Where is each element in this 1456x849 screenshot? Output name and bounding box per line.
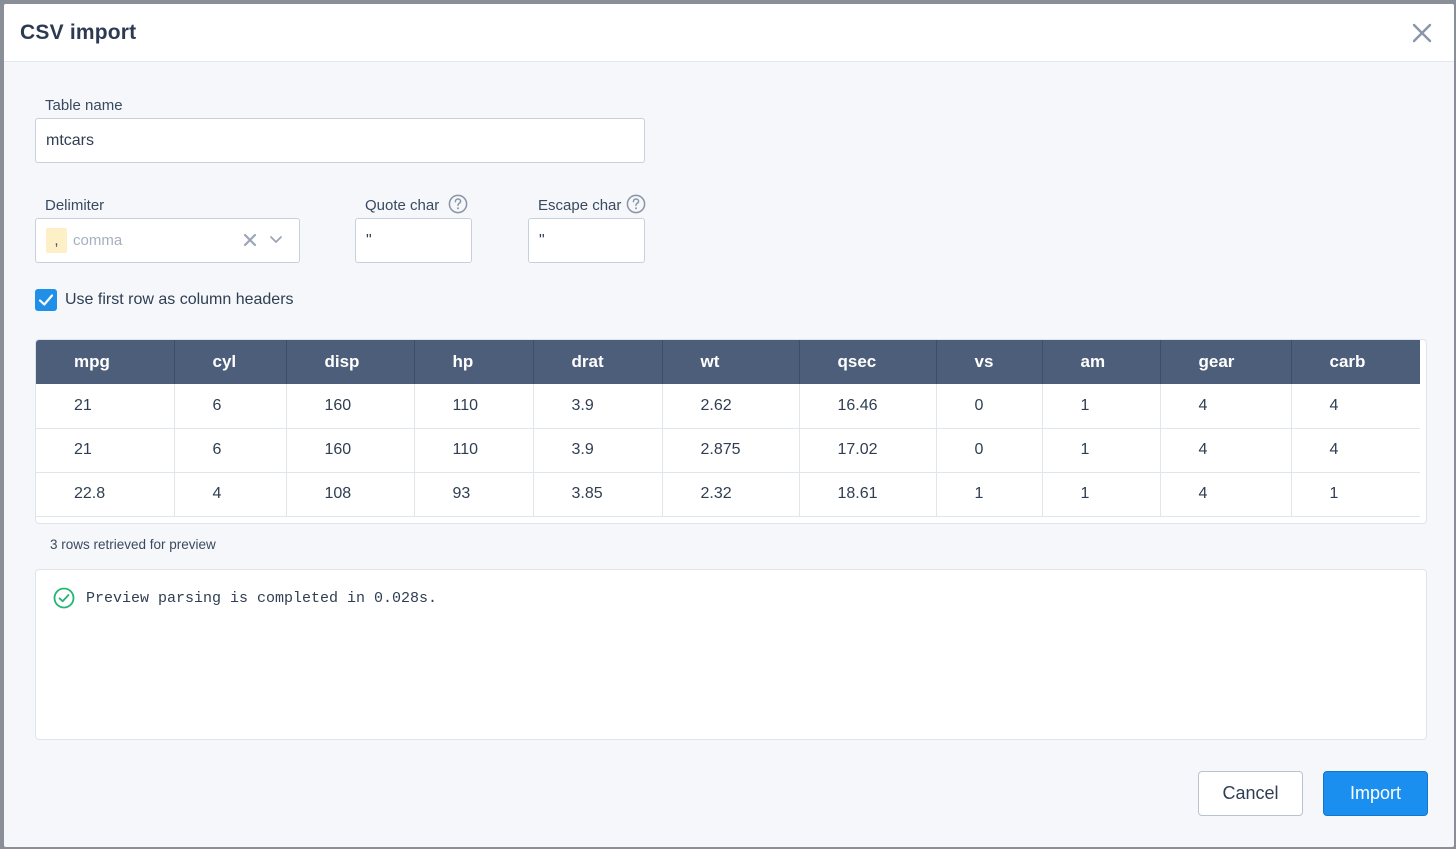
import-button[interactable]: Import — [1323, 771, 1428, 816]
dialog-header: CSV import — [4, 4, 1454, 62]
table-cell: 110 — [414, 384, 534, 429]
table-row: 21 6 160 110 3.9 2.62 16.46 0 1 4 4 — [36, 384, 1420, 429]
table-cell: 21 — [36, 384, 175, 429]
table-cell: 6 — [174, 428, 287, 473]
table-cell: 4 — [1160, 428, 1292, 473]
table-cell: 2.32 — [662, 472, 800, 517]
column-header: am — [1042, 340, 1161, 384]
table-cell: 1 — [1042, 384, 1161, 429]
preview-row-count: 3 rows retrieved for preview — [50, 537, 216, 552]
dialog-title: CSV import — [20, 21, 137, 44]
table-name-input[interactable] — [35, 118, 645, 163]
column-header: mpg — [36, 340, 175, 384]
header-row-checkbox[interactable] — [35, 289, 57, 311]
table-cell: 4 — [1160, 472, 1292, 517]
table-cell: 4 — [1291, 428, 1420, 473]
cancel-button[interactable]: Cancel — [1198, 771, 1303, 816]
table-cell: 21 — [36, 428, 175, 473]
table-row: 22.8 4 108 93 3.85 2.32 18.61 1 1 4 1 — [36, 472, 1420, 517]
table-cell: 17.02 — [799, 428, 937, 473]
table-cell: 22.8 — [36, 472, 175, 517]
table-cell: 4 — [1291, 384, 1420, 429]
table-cell: 4 — [1160, 384, 1292, 429]
table-cell: 160 — [286, 428, 415, 473]
table-cell: 18.61 — [799, 472, 937, 517]
parse-log-panel: Preview parsing is completed in 0.028s. — [35, 569, 1427, 740]
column-header: vs — [936, 340, 1043, 384]
column-header: cyl — [174, 340, 287, 384]
delimiter-chip: , — [46, 228, 67, 253]
table-cell: 160 — [286, 384, 415, 429]
column-header: drat — [533, 340, 663, 384]
table-cell: 1 — [1042, 428, 1161, 473]
table-cell: 0 — [936, 428, 1043, 473]
table-cell: 6 — [174, 384, 287, 429]
table-cell: 2.875 — [662, 428, 800, 473]
table-cell: 0 — [936, 384, 1043, 429]
close-button[interactable] — [1410, 21, 1434, 45]
delimiter-label: Delimiter — [45, 197, 105, 214]
table-cell: 3.85 — [533, 472, 663, 517]
table-row: 21 6 160 110 3.9 2.875 17.02 0 1 4 4 — [36, 428, 1420, 473]
checkmark-icon — [38, 294, 54, 306]
table-cell: 1 — [936, 472, 1043, 517]
csv-import-dialog: CSV import Table name Delimiter , comma … — [4, 4, 1454, 847]
table-header-row: mpg cyl disp hp drat wt qsec vs am gear … — [36, 340, 1420, 384]
quote-char-help-icon[interactable] — [448, 194, 468, 214]
quote-char-input[interactable] — [355, 218, 472, 263]
close-icon — [1412, 23, 1432, 43]
table-cell: 108 — [286, 472, 415, 517]
column-header: disp — [286, 340, 415, 384]
escape-char-label: Escape char — [538, 197, 622, 214]
table-cell: 4 — [174, 472, 287, 517]
table-name-label: Table name — [45, 97, 123, 114]
preview-table: mpg cyl disp hp drat wt qsec vs am gear … — [35, 339, 1427, 524]
quote-char-label: Quote char — [365, 197, 440, 214]
column-header: qsec — [799, 340, 937, 384]
column-header: wt — [662, 340, 800, 384]
clear-icon[interactable] — [243, 233, 257, 247]
check-circle-icon — [53, 587, 75, 609]
table-cell: 3.9 — [533, 384, 663, 429]
column-header: carb — [1329, 352, 1366, 371]
table-cell: 3.9 — [533, 428, 663, 473]
table-cell: 110 — [414, 428, 534, 473]
table-cell: 1 — [1042, 472, 1161, 517]
column-header: hp — [414, 340, 534, 384]
chevron-down-icon[interactable] — [269, 235, 283, 245]
preview-grid: mpg cyl disp hp drat wt qsec vs am gear … — [36, 340, 1420, 517]
column-header: gear — [1160, 340, 1292, 384]
escape-char-help-icon[interactable] — [626, 194, 646, 214]
delimiter-value: comma — [73, 232, 123, 249]
table-cell: 16.46 — [799, 384, 937, 429]
delimiter-select[interactable]: , comma — [35, 218, 300, 263]
header-row-checkbox-label[interactable]: Use first row as column headers — [65, 291, 294, 309]
escape-char-input[interactable] — [528, 218, 645, 263]
parse-log-message: Preview parsing is completed in 0.028s. — [86, 590, 438, 607]
table-cell: 93 — [414, 472, 534, 517]
table-cell: 1 — [1291, 472, 1420, 517]
table-cell: 2.62 — [662, 384, 800, 429]
